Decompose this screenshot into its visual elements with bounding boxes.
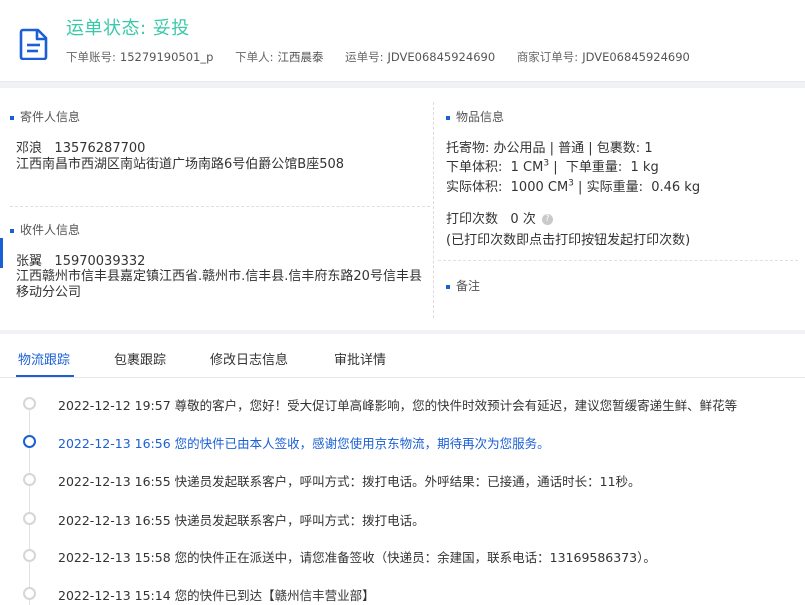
tab-change-log[interactable]: 修改日志信息: [210, 349, 288, 368]
waybill-header: 运单状态: 妥投 下单账号: 15279190501_p 下单人: 江西晨泰 运单号…: [0, 0, 805, 82]
order-volume-value: 1 CM: [510, 160, 544, 175]
receiver-address: 江西赣州市信丰县嘉定镇江西省.赣州市.信丰县.信丰府东路20号信丰县移动分公司: [16, 269, 422, 300]
sender-address: 江西南昌市西湖区南站街道广场南路6号伯爵公馆B座508: [16, 157, 345, 172]
timeline-item: 2022-12-13 15:58 您的快件正在派送中，请您准备签收（快递员：余建国…: [0, 546, 805, 566]
actual-volume-weight-line: 实际体积: 1000 CM3 | 实际重量: 0.46 kg: [446, 178, 701, 195]
order-account-label: 下单账号:: [66, 50, 116, 64]
order-volume-weight-line: 下单体积: 1 CM3 | 下单重量: 1 kg: [446, 158, 659, 175]
timeline-message: 尊敬的客户，您好！受大促订单高峰影响，您的快件时效预计会有延迟，建议您暂缓寄递生…: [174, 398, 738, 413]
active-tab-indicator: [16, 375, 74, 377]
timeline-time: 2022-12-13 15:58: [58, 550, 171, 565]
waybill-status-title: 运单状态: 妥投: [66, 18, 190, 39]
timeline-message: 您的快件正在派送中，请您准备签收（快递员：余建国，联系电话：1316958637…: [174, 550, 656, 565]
sender-section-title: 寄件人信息: [10, 108, 80, 125]
sender-receiver-divider: [10, 206, 430, 207]
timeline-dot: [23, 397, 36, 410]
timeline-item: 2022-12-13 16:56 您的快件已由本人签收，感谢您使用京东物流，期待再…: [0, 432, 805, 452]
timeline-entry-text: 2022-12-13 16:55 快递员发起联系客户，呼叫方式：拨打电话。外呼结果…: [58, 471, 641, 490]
timeline-dot: [23, 587, 36, 600]
actual-volume-unit-sup: 3: [568, 178, 574, 189]
order-person-value: 江西晨泰: [277, 50, 324, 64]
timeline-message: 您的快件已到达【赣州信丰营业部】: [174, 588, 375, 603]
timeline-entry-text: 2022-12-13 16:55 快递员发起联系客户，呼叫方式：拨打电话。: [58, 510, 425, 529]
sender-contact: 邓浪 13576287700: [16, 137, 145, 156]
receiver-phone: 15970039332: [54, 254, 146, 269]
order-volume-label: 下单体积:: [446, 160, 503, 175]
timeline-message: 快递员发起联系客户，呼叫方式：拨打电话。: [174, 513, 425, 528]
waybill-meta-row: 下单账号: 15279190501_p 下单人: 江西晨泰 运单号: JDVE0684…: [66, 49, 708, 65]
timeline-dot-current: [23, 435, 36, 448]
print-count-line: 打印次数 0 次?: [446, 208, 553, 227]
timeline-item: 2022-12-12 19:57 尊敬的客户，您好！受大促订单高峰影响，您的快件时…: [0, 394, 805, 414]
timeline-entry-text: 2022-12-13 15:58 您的快件正在派送中，请您准备签收（快递员：余建国…: [58, 547, 656, 566]
remarks-section-title: 备注: [446, 277, 480, 294]
goods-contents-line: 托寄物: 办公用品 | 普通 | 包裹数: 1: [446, 141, 653, 156]
timeline-time: 2022-12-13 15:14: [58, 588, 171, 603]
merchant-order-label: 商家订单号:: [516, 50, 579, 64]
column-divider: [433, 102, 434, 318]
timeline-entry-text: 2022-12-13 15:14 您的快件已到达【赣州信丰营业部】: [58, 585, 375, 604]
goods-section-title: 物品信息: [446, 108, 504, 125]
timeline-time: 2022-12-13 16:55: [58, 513, 171, 528]
tab-approval-details[interactable]: 审批详情: [334, 349, 386, 368]
order-weight-value: 1 kg: [630, 160, 659, 175]
timeline-item: 2022-12-13 16:55 快递员发起联系客户，呼叫方式：拨打电话。外呼结果…: [0, 470, 805, 490]
active-edge-marker: [0, 238, 3, 268]
actual-volume-value: 1000 CM: [510, 180, 569, 195]
shipment-info-panel: 寄件人信息 邓浪 13576287700 江西南昌市西湖区南站街道广场南路6号伯…: [0, 88, 805, 330]
order-volume-unit-sup: 3: [543, 158, 550, 169]
actual-weight-label: 实际重量:: [586, 180, 643, 195]
timeline-dot: [23, 549, 36, 562]
merchant-order-value: JDVE06845924690: [582, 50, 690, 64]
document-icon: [19, 28, 48, 60]
receiver-name: 张翼: [16, 254, 43, 269]
timeline-dot: [23, 512, 36, 525]
timeline-item: 2022-12-13 16:55 快递员发起联系客户，呼叫方式：拨打电话。: [0, 509, 805, 529]
order-weight-label: 下单重量:: [565, 160, 623, 175]
tracking-tabs: 物流跟踪 包裹跟踪 修改日志信息 审批详情: [0, 334, 805, 378]
tab-package-tracking[interactable]: 包裹跟踪: [114, 349, 166, 368]
tracking-panel: 物流跟踪 包裹跟踪 修改日志信息 审批详情 2022-12-12 19:57 尊敬…: [0, 334, 805, 605]
waybill-number-label: 运单号:: [345, 50, 384, 64]
print-count-label: 打印次数: [446, 212, 499, 227]
timeline-message: 您的快件已由本人签收，感谢您使用京东物流，期待再次为您服务。: [174, 436, 550, 451]
help-icon[interactable]: ?: [541, 214, 553, 225]
goods-remarks-divider: [438, 260, 798, 261]
timeline-time: 2022-12-13 16:55: [58, 474, 171, 489]
sender-phone: 13576287700: [54, 141, 146, 156]
actual-volume-label: 实际体积:: [446, 180, 503, 195]
timeline-item: 2022-12-13 15:14 您的快件已到达【赣州信丰营业部】: [0, 584, 805, 604]
print-count-note: (已打印次数即点击打印按钮发起打印次数): [446, 233, 691, 248]
print-count-value: 0 次: [510, 212, 536, 227]
receiver-section-title: 收件人信息: [10, 221, 80, 238]
timeline-dot: [23, 473, 36, 486]
waybill-number-value: JDVE06845924690: [387, 50, 496, 64]
timeline-message: 快递员发起联系客户，呼叫方式：拨打电话。外呼结果：已接通，通话时长：11秒。: [174, 474, 641, 489]
timeline-time: 2022-12-12 19:57: [58, 398, 171, 413]
receiver-contact: 张翼 15970039332: [16, 250, 145, 269]
timeline-entry-text: 2022-12-12 19:57 尊敬的客户，您好！受大促订单高峰影响，您的快件时…: [58, 395, 737, 414]
actual-weight-value: 0.46 kg: [651, 180, 701, 195]
order-person-label: 下单人:: [235, 50, 274, 64]
order-account-value: 15279190501_p: [119, 50, 214, 64]
tab-logistics-tracking[interactable]: 物流跟踪: [18, 349, 70, 368]
sender-name: 邓浪: [16, 141, 43, 156]
timeline-time: 2022-12-13 16:56: [58, 436, 171, 451]
timeline-entry-text: 2022-12-13 16:56 您的快件已由本人签收，感谢您使用京东物流，期待再…: [58, 433, 550, 452]
